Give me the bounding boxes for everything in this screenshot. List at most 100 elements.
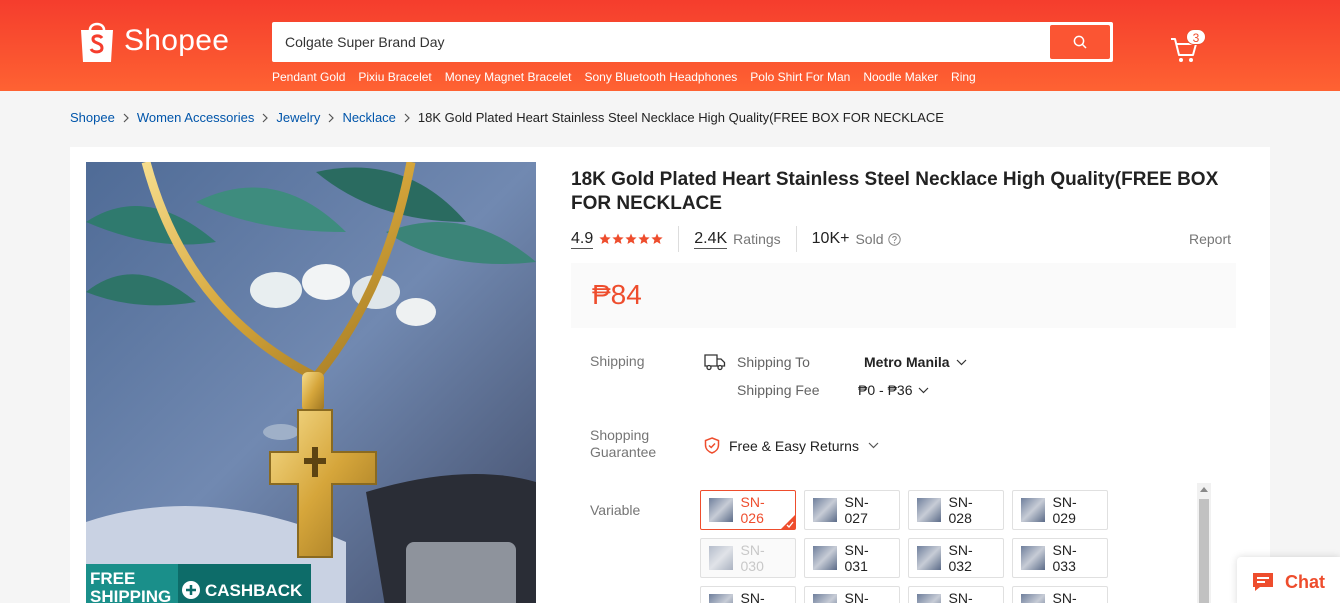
variant-label: SN-032: [948, 542, 973, 574]
star-icon: [638, 233, 650, 244]
star-icon: [625, 233, 637, 244]
variant-label: SN-028: [948, 494, 973, 526]
variant-option[interactable]: SN-026: [700, 490, 796, 530]
variant-option[interactable]: SN-032: [908, 538, 1004, 578]
chevron-down-icon: [919, 387, 929, 393]
suggestion-link[interactable]: Sony Bluetooth Headphones: [585, 70, 738, 84]
rating-stars: [599, 233, 663, 245]
divider: [678, 226, 680, 252]
scroll-up-icon[interactable]: [1200, 487, 1208, 492]
variant-label: SN-029: [1052, 494, 1077, 526]
free-shipping-text: FREE: [90, 569, 135, 588]
product-price: ₱84: [592, 279, 642, 310]
breadcrumb-link[interactable]: Women Accessories: [137, 110, 255, 125]
suggestion-link[interactable]: Pixiu Bracelet: [358, 70, 431, 84]
search-icon: [1073, 35, 1087, 49]
variant-option[interactable]: SN-037: [1012, 586, 1108, 603]
variant-label: SN-030: [740, 542, 765, 574]
variant-option[interactable]: SN-034: [700, 586, 796, 603]
rating-value[interactable]: 4.9: [571, 230, 594, 249]
variant-option: SN-030: [700, 538, 796, 578]
chevron-down-icon: [868, 442, 879, 449]
suggestion-link[interactable]: Ring: [951, 70, 976, 84]
header: Shopee Pendant Gold Pixiu Bracelet Money…: [0, 0, 1340, 91]
breadcrumb-link[interactable]: Necklace: [342, 110, 395, 125]
check-icon: [786, 521, 794, 528]
chat-button[interactable]: Chat: [1237, 557, 1340, 603]
variant-thumbnail: [1021, 594, 1045, 603]
variant-label: SN-034: [740, 590, 765, 603]
shopping-guarantee-label: Shopping Guarantee: [590, 427, 657, 460]
search-bar: [272, 22, 1113, 62]
suggestion-link[interactable]: Noodle Maker: [863, 70, 938, 84]
truck-icon: [704, 353, 726, 376]
variant-label: SN-027: [844, 494, 869, 526]
variant-thumbnail: [917, 546, 941, 570]
chevron-down-icon: [956, 359, 967, 365]
search-button[interactable]: [1050, 25, 1110, 59]
chat-icon: [1253, 573, 1273, 591]
report-button[interactable]: Report: [1189, 231, 1231, 247]
star-icon: [651, 233, 663, 244]
variant-option[interactable]: SN-027: [804, 490, 900, 530]
variant-thumbnail: [709, 498, 733, 522]
ratings-count[interactable]: 2.4K: [694, 230, 728, 249]
shipping-destination-value: Metro Manila: [864, 354, 950, 370]
chevron-right-icon: [327, 113, 335, 123]
variant-thumbnail: [917, 498, 941, 522]
variable-label: Variable: [590, 502, 641, 518]
variant-label: SN-035: [844, 590, 869, 603]
search-suggestions: Pendant Gold Pixiu Bracelet Money Magnet…: [272, 70, 976, 84]
guarantee-dropdown[interactable]: Free & Easy Returns: [704, 437, 879, 454]
free-shipping-text: SHIPPING: [90, 587, 171, 603]
shipping-destination-select[interactable]: Metro Manila: [864, 354, 967, 370]
variant-option[interactable]: SN-031: [804, 538, 900, 578]
variant-scrollbar-thumb[interactable]: [1199, 499, 1209, 603]
shipping-fee-label: Shipping Fee: [737, 382, 820, 398]
variant-label: SN-036: [948, 590, 973, 603]
search-input[interactable]: [285, 34, 1050, 50]
variant-thumbnail: [1021, 546, 1045, 570]
shopee-logo[interactable]: Shopee: [78, 18, 229, 64]
ratings-label: Ratings: [733, 231, 781, 247]
variant-option[interactable]: SN-028: [908, 490, 1004, 530]
shipping-fee-dropdown[interactable]: ₱0 - ₱36: [858, 382, 929, 398]
variant-thumbnail: [917, 594, 941, 603]
product-image[interactable]: [86, 162, 536, 603]
variant-option[interactable]: SN-036: [908, 586, 1004, 603]
suggestion-link[interactable]: Money Magnet Bracelet: [445, 70, 572, 84]
variant-option[interactable]: SN-029: [1012, 490, 1108, 530]
variant-label: SN-033: [1052, 542, 1077, 574]
breadcrumb: Shopee Women Accessories Jewelry Necklac…: [70, 110, 944, 125]
variant-thumbnail: [709, 546, 733, 570]
breadcrumb-link[interactable]: Jewelry: [276, 110, 320, 125]
promo-banner: FREE SHIPPING CASHBACK: [86, 564, 311, 603]
variant-option[interactable]: SN-033: [1012, 538, 1108, 578]
star-icon: [612, 233, 624, 244]
chevron-right-icon: [261, 113, 269, 123]
shopping-bag-icon: [81, 22, 113, 62]
product-stats: 4.9 2.4K Ratings 10K+ Sold Report: [571, 226, 1231, 252]
logo-text: Shopee: [124, 24, 230, 57]
variant-option[interactable]: SN-035: [804, 586, 900, 603]
variant-label: SN-031: [844, 542, 869, 574]
shield-icon: [704, 437, 720, 454]
guarantee-value: Free & Easy Returns: [729, 437, 859, 454]
cart-button[interactable]: 3: [1170, 29, 1206, 64]
suggestion-link[interactable]: Pendant Gold: [272, 70, 345, 84]
divider: [795, 226, 797, 252]
product-title: 18K Gold Plated Heart Stainless Steel Ne…: [571, 169, 1219, 214]
variant-thumbnail: [813, 594, 837, 603]
price-box: ₱84: [571, 263, 1236, 328]
variant-thumbnail: [1021, 498, 1045, 522]
chevron-right-icon: [122, 113, 130, 123]
chat-label: Chat: [1285, 571, 1325, 592]
breadcrumb-current: 18K Gold Plated Heart Stainless Steel Ne…: [417, 110, 944, 125]
help-icon[interactable]: [888, 232, 902, 246]
star-icon: [599, 233, 611, 244]
breadcrumb-link[interactable]: Shopee: [70, 110, 115, 125]
chevron-right-icon: [403, 113, 411, 123]
suggestion-link[interactable]: Polo Shirt For Man: [750, 70, 850, 84]
sold-count: 10K+: [811, 230, 850, 247]
variant-options: SN-026 SN-027 SN-028 SN-029 SN-030 SN-03…: [700, 490, 1110, 603]
